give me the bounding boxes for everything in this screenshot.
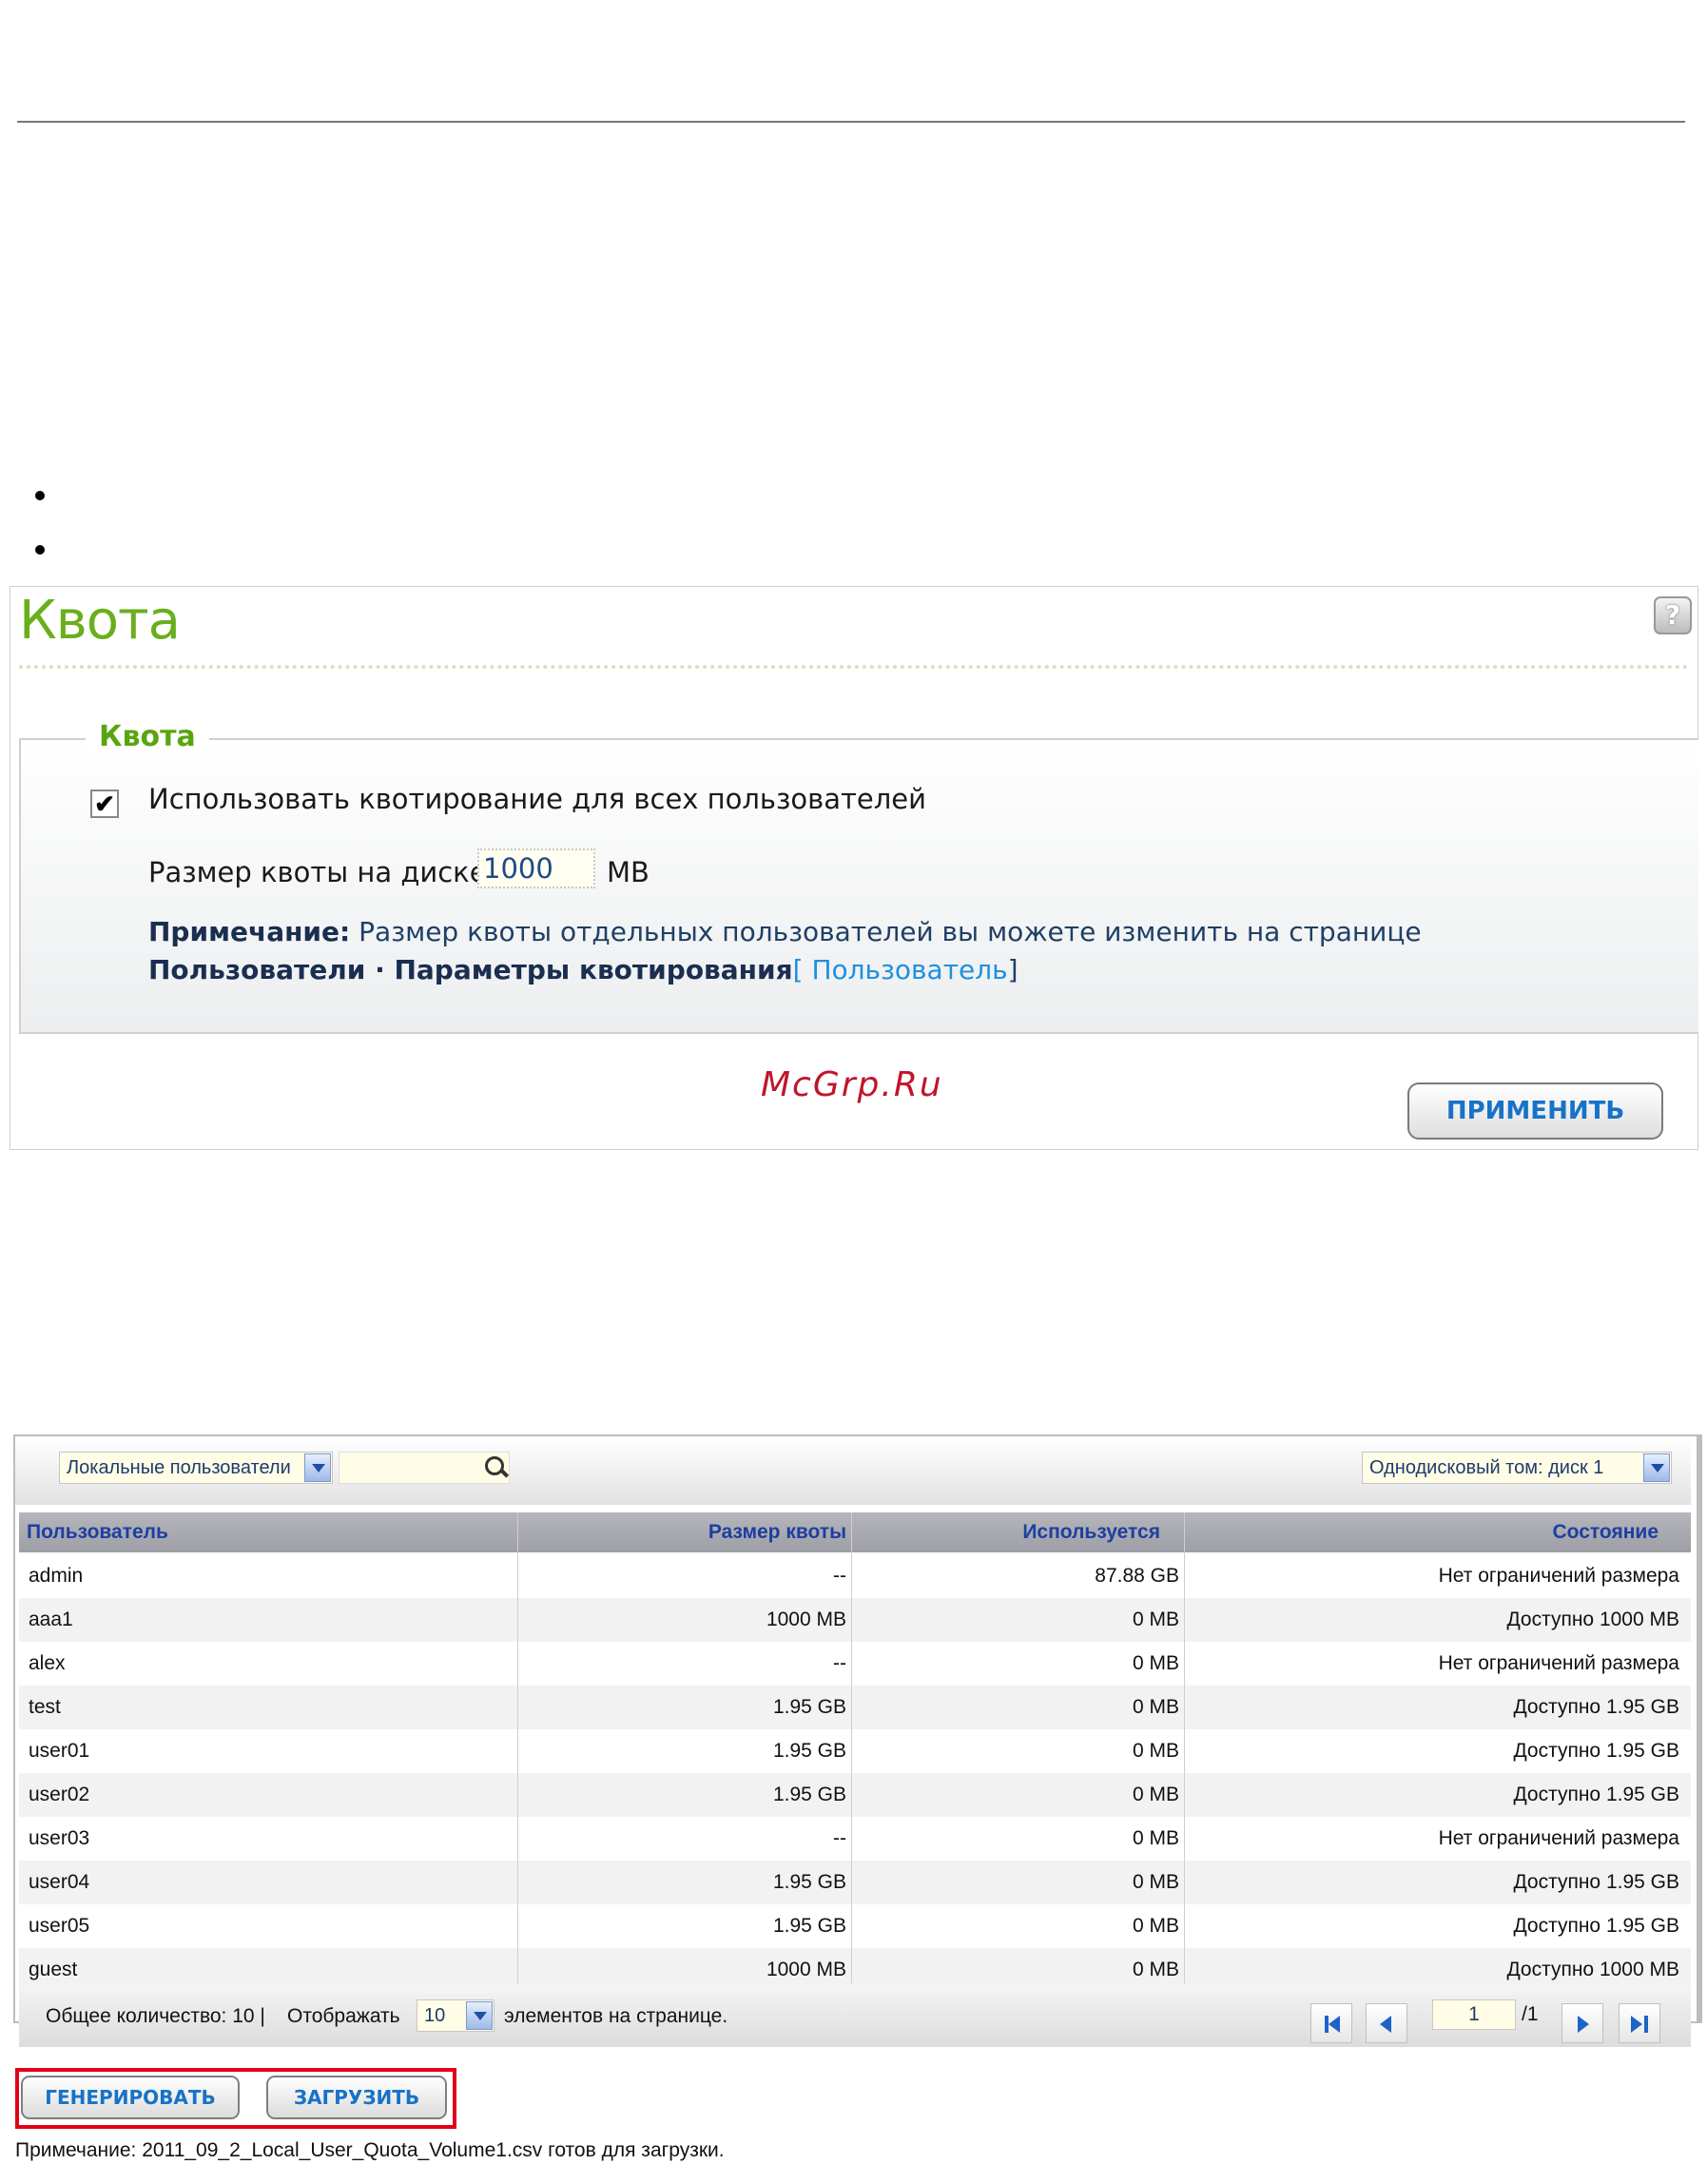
next-page-icon [1578, 2016, 1589, 2033]
last-page-button[interactable] [1619, 2003, 1660, 2043]
user-name-cell: user05 [29, 1915, 90, 1937]
user-name-cell: admin [29, 1565, 84, 1587]
apply-button[interactable]: ПРИМЕНИТЬ [1407, 1082, 1663, 1140]
enable-quota-label: Использовать квотирование для всех польз… [148, 783, 926, 815]
note-path: Пользователи · Параметры квотирования [148, 954, 793, 985]
next-page-button[interactable] [1562, 2003, 1603, 2043]
used-cell: 0 MB [1132, 1696, 1179, 1718]
search-input[interactable] [339, 1452, 510, 1484]
dropdown-arrow-icon [466, 2001, 493, 2030]
quota-size-cell: 1.95 GB [772, 1871, 846, 1893]
column-divider [517, 1512, 518, 1983]
table-row[interactable]: admin -- 87.88 GB Нет ограничений размера [19, 1554, 1691, 1598]
column-header[interactable]: Состояние [19, 1512, 1659, 1552]
first-page-button[interactable] [1310, 2003, 1352, 2043]
status-cell: Доступно 1.95 GB [1513, 1740, 1679, 1762]
status-cell: Нет ограничений размера [1438, 1827, 1679, 1849]
top-divider [17, 121, 1685, 123]
table-header: Пользователь Размер квоты Используется С… [19, 1512, 1691, 1552]
used-cell: 0 MB [1132, 1609, 1179, 1630]
user-name-cell: user02 [29, 1784, 90, 1805]
table-row[interactable]: test 1.95 GB 0 MB Доступно 1.95 GB [19, 1686, 1691, 1729]
column-divider [851, 1512, 852, 1983]
quota-size-cell: 1000 MB [766, 1609, 846, 1630]
quota-size-cell: -- [833, 1565, 846, 1587]
page-title: Квота [19, 590, 181, 652]
status-cell: Доступно 1.95 GB [1513, 1871, 1679, 1893]
csv-ready-note: Примечание: 2011_09_2_Local_User_Quota_V… [15, 2139, 725, 2161]
used-cell: 0 MB [1132, 1827, 1179, 1849]
checkmark-icon: ✔ [94, 790, 115, 818]
table-row[interactable]: user01 1.95 GB 0 MB Доступно 1.95 GB [19, 1729, 1691, 1773]
title-divider [19, 665, 1689, 669]
status-cell: Нет ограничений размера [1438, 1652, 1679, 1674]
user-type-value: Локальные пользователи [67, 1457, 291, 1478]
user-name-cell: aaa1 [29, 1609, 73, 1630]
status-cell: Нет ограничений размера [1438, 1565, 1679, 1587]
volume-select[interactable]: Однодисковый том: диск 1 [1362, 1452, 1672, 1484]
table-footer: Общее количество: 10 | Отображать 10 эле… [19, 1986, 1691, 2047]
user-name-cell: user03 [29, 1827, 90, 1849]
prev-page-button[interactable] [1366, 2003, 1407, 2043]
used-cell: 0 MB [1132, 1915, 1179, 1937]
status-cell: Доступно 1.95 GB [1513, 1696, 1679, 1718]
total-count: Общее количество: 10 | [46, 2005, 265, 2027]
help-icon[interactable]: ? [1654, 596, 1692, 634]
quota-size-cell: 1.95 GB [772, 1784, 846, 1805]
status-cell: Доступно 1.95 GB [1513, 1915, 1679, 1937]
user-name-cell: test [29, 1696, 61, 1718]
used-cell: 0 MB [1132, 1652, 1179, 1674]
volume-value: Однодисковый том: диск 1 [1369, 1457, 1604, 1478]
user-name-cell: alex [29, 1652, 66, 1674]
status-cell: Доступно 1000 MB [1506, 1609, 1679, 1630]
quota-size-input[interactable]: 1000 [477, 848, 595, 888]
page-number-input[interactable]: 1 [1432, 1999, 1516, 2030]
used-cell: 0 MB [1132, 1871, 1179, 1893]
status-cell: Доступно 1.95 GB [1513, 1784, 1679, 1805]
table-row[interactable]: user05 1.95 GB 0 MB Доступно 1.95 GB [19, 1904, 1691, 1948]
quota-note: Примечание: Размер квоты отдельных польз… [148, 913, 1632, 989]
user-name-cell: user04 [29, 1871, 90, 1893]
quota-size-cell: 1.95 GB [772, 1740, 846, 1762]
per-page-select[interactable]: 10 [417, 1999, 495, 2032]
dropdown-arrow-icon [304, 1453, 331, 1482]
used-cell: 0 MB [1132, 1784, 1179, 1805]
note-prefix: Примечание: [148, 916, 351, 947]
table-row[interactable]: alex -- 0 MB Нет ограничений размера [19, 1642, 1691, 1686]
quota-size-cell: -- [833, 1827, 846, 1849]
table-row[interactable]: user03 -- 0 MB Нет ограничений размера [19, 1817, 1691, 1861]
generate-button[interactable]: ГЕНЕРИРОВАТЬ [21, 2076, 240, 2119]
enable-quota-checkbox[interactable]: ✔ [90, 790, 119, 818]
last-page-icon [1631, 2016, 1642, 2033]
note-link-bracket: ] [1007, 954, 1018, 985]
search-icon[interactable] [485, 1456, 504, 1475]
note-link-bracket: [ [792, 954, 812, 985]
used-cell: 0 MB [1132, 1740, 1179, 1762]
total-pages: /1 [1522, 2003, 1539, 2025]
used-cell: 87.88 GB [1095, 1565, 1179, 1587]
per-page-value: 10 [424, 2005, 446, 2026]
table-row[interactable]: aaa1 1000 MB 0 MB Доступно 1000 MB [19, 1598, 1691, 1642]
quota-size-unit: MB [607, 856, 650, 888]
per-page-suffix: элементов на странице. [504, 2005, 728, 2027]
table-row[interactable]: user04 1.95 GB 0 MB Доступно 1.95 GB [19, 1861, 1691, 1904]
user-name-cell: user01 [29, 1740, 90, 1762]
bullet-icon [35, 545, 45, 555]
display-label: Отображать [287, 2005, 400, 2027]
watermark: McGrp.Ru [761, 1065, 943, 1104]
table-row[interactable]: user02 1.95 GB 0 MB Доступно 1.95 GB [19, 1773, 1691, 1817]
quota-size-cell: 1.95 GB [772, 1696, 846, 1718]
note-text: Размер квоты отдельных пользователей вы … [350, 916, 1422, 947]
bullet-icon [35, 491, 45, 500]
quota-size-cell: 1.95 GB [772, 1915, 846, 1937]
quota-size-label: Размер квоты на диске: [148, 856, 496, 888]
column-divider [1184, 1512, 1185, 1983]
user-type-select[interactable]: Локальные пользователи [59, 1452, 333, 1484]
quota-size-cell: -- [833, 1652, 846, 1674]
fieldset-legend: Квота [86, 720, 209, 753]
user-link[interactable]: Пользователь [811, 954, 1007, 985]
download-button[interactable]: ЗАГРУЗИТЬ [266, 2076, 447, 2119]
dropdown-arrow-icon [1643, 1453, 1670, 1482]
prev-page-icon [1380, 2016, 1391, 2033]
